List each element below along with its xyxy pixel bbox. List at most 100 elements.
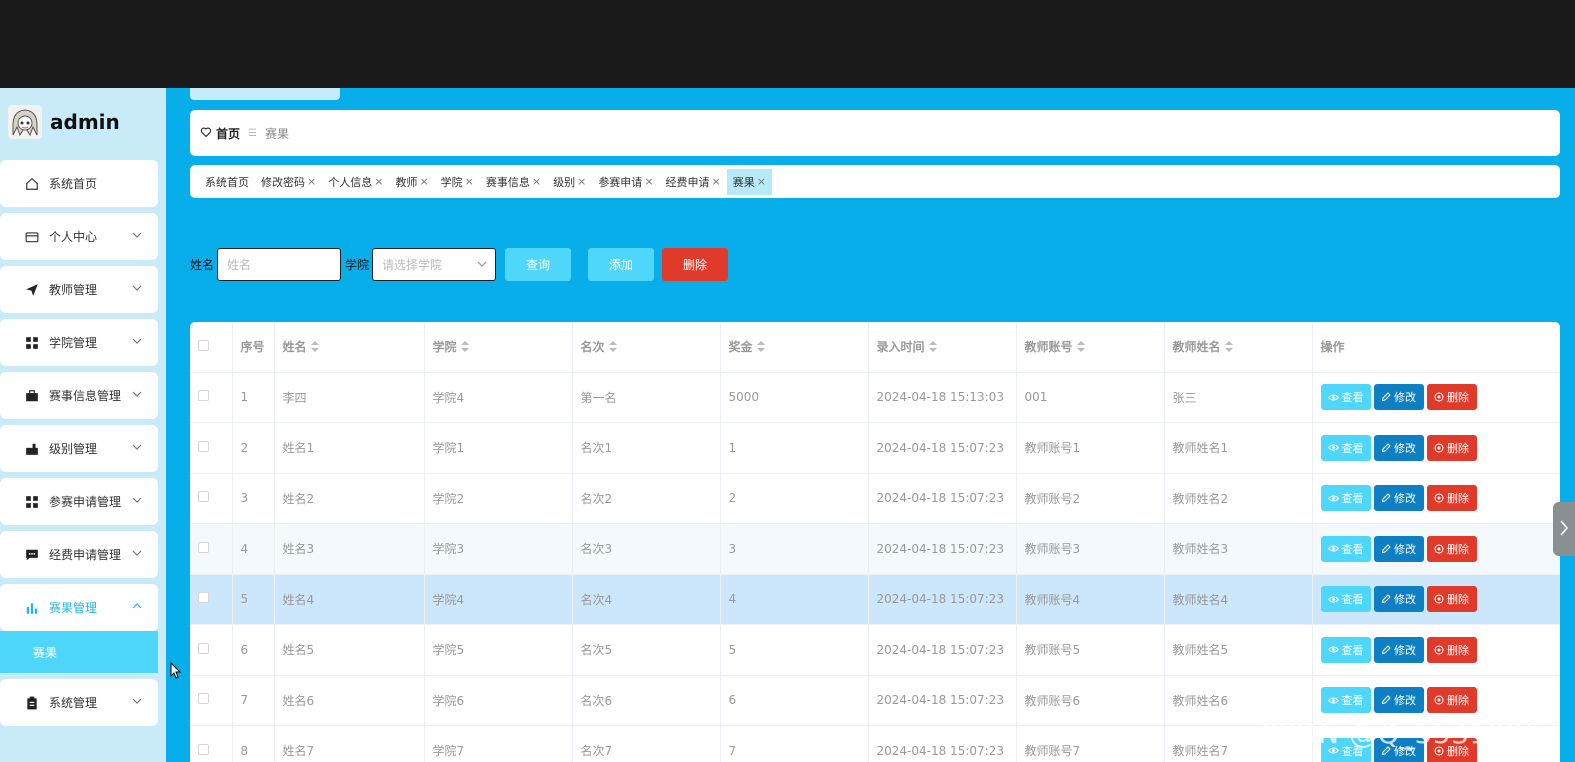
tab-2[interactable]: 个人信息 ×: [322, 169, 389, 195]
tab-4[interactable]: 学院 ×: [435, 169, 480, 195]
delete-button[interactable]: 删除: [1426, 636, 1477, 663]
query-button[interactable]: 查询: [505, 248, 572, 281]
sidebar-item-0[interactable]: 系统首页: [0, 160, 158, 207]
table-row[interactable]: 4 姓名3 学院3 名次3 3 2024-04-18 15:07:23 教师账号3 教师姓名3…: [190, 523, 1560, 575]
sidebar-item-7[interactable]: 经费申请管理: [0, 531, 158, 578]
avatar[interactable]: [8, 105, 42, 139]
close-icon[interactable]: ×: [577, 175, 586, 188]
row-checkbox[interactable]: [198, 541, 209, 553]
view-button[interactable]: 查看: [1320, 384, 1371, 411]
sidebar-item-2[interactable]: 教师管理: [0, 266, 158, 313]
sort-icon[interactable]: [460, 340, 469, 355]
sidebar-item-9[interactable]: 系统管理: [0, 679, 158, 726]
column-header[interactable]: 名次: [572, 322, 721, 373]
row-checkbox[interactable]: [198, 491, 209, 503]
select-all-checkbox[interactable]: [198, 339, 209, 351]
college-select[interactable]: 请选择学院: [372, 248, 497, 281]
tab-5[interactable]: 赛事信息 ×: [480, 169, 547, 195]
column-header[interactable]: 录入时间: [868, 322, 1017, 373]
close-icon[interactable]: ×: [465, 175, 474, 188]
edit-button[interactable]: 修改: [1373, 384, 1424, 411]
view-button[interactable]: 查看: [1320, 434, 1371, 461]
tab-7[interactable]: 参赛申请 ×: [592, 169, 659, 195]
close-icon[interactable]: ×: [757, 175, 766, 188]
sort-icon[interactable]: [310, 340, 319, 355]
tab-6[interactable]: 级别 ×: [547, 169, 592, 195]
delete-button[interactable]: 删除: [1426, 687, 1477, 714]
table-cell: 001: [1016, 372, 1165, 423]
column-header[interactable]: 姓名: [274, 322, 425, 373]
sidebar-item-label: 参赛申请管理: [49, 495, 122, 509]
sort-icon[interactable]: [608, 340, 617, 355]
row-checkbox[interactable]: [198, 693, 209, 705]
submenu-item-results[interactable]: 赛果: [0, 631, 158, 673]
sidebar-item-1[interactable]: 个人中心: [0, 213, 158, 260]
add-button[interactable]: 添加: [588, 248, 655, 281]
sidebar-item-3[interactable]: 学院管理: [0, 319, 158, 366]
column-header[interactable]: 教师姓名: [1164, 322, 1313, 373]
edit-button[interactable]: 修改: [1373, 434, 1424, 461]
view-button[interactable]: 查看: [1320, 485, 1371, 512]
delete-button-label: 删除: [1447, 542, 1469, 556]
table-cell: 学院1: [424, 422, 573, 474]
table-cell: 学院4: [424, 372, 573, 423]
close-icon[interactable]: ×: [712, 175, 721, 188]
sort-icon[interactable]: [928, 340, 937, 355]
table-row[interactable]: 5 姓名4 学院4 名次4 4 2024-04-18 15:07:23 教师账号4 教师姓名4…: [190, 574, 1560, 625]
sidebar-item-8[interactable]: 赛果管理: [0, 584, 158, 631]
sort-icon[interactable]: [756, 340, 765, 355]
table-row[interactable]: 2 姓名1 学院1 名次1 1 2024-04-18 15:07:23 教师账号1 教师姓名1…: [190, 422, 1560, 474]
sort-icon[interactable]: [1076, 340, 1085, 355]
side-expand-handle[interactable]: [1553, 502, 1575, 556]
delete-button[interactable]: 删除: [1426, 384, 1477, 411]
breadcrumb-home[interactable]: 首页: [216, 125, 240, 142]
table-row[interactable]: 3 姓名2 学院2 名次2 2 2024-04-18 15:07:23 教师账号2 教师姓名2…: [190, 473, 1560, 524]
view-button[interactable]: 查看: [1320, 636, 1371, 663]
close-icon[interactable]: ×: [644, 175, 653, 188]
delete-button[interactable]: 删除: [1426, 535, 1477, 562]
sidebar-item-6[interactable]: 参赛申请管理: [0, 478, 158, 525]
delete-button[interactable]: 删除: [1426, 586, 1477, 613]
edit-button[interactable]: 修改: [1373, 636, 1424, 663]
batch-delete-button[interactable]: 删除: [662, 248, 729, 281]
table-cell: 2024-04-18 15:07:23: [868, 624, 1017, 676]
column-header[interactable]: 学院: [424, 322, 573, 373]
sidebar-item-5[interactable]: 级别管理: [0, 425, 158, 472]
edit-button[interactable]: 修改: [1373, 485, 1424, 512]
row-checkbox[interactable]: [198, 592, 209, 604]
send-icon: [25, 283, 39, 297]
close-icon[interactable]: ×: [307, 175, 316, 188]
view-button[interactable]: 查看: [1320, 687, 1371, 714]
edit-button[interactable]: 修改: [1373, 535, 1424, 562]
tab-9[interactable]: 赛果 ×: [726, 168, 772, 195]
tab-1[interactable]: 修改密码 ×: [255, 169, 322, 195]
tab-0[interactable]: 系统首页: [199, 169, 255, 195]
close-icon[interactable]: ×: [374, 175, 383, 188]
table-row[interactable]: 6 姓名5 学院5 名次5 5 2024-04-18 15:07:23 教师账号5 教师姓名5…: [190, 624, 1560, 676]
actions-cell: 查看 修改 删除: [1312, 422, 1560, 474]
row-checkbox[interactable]: [198, 390, 209, 402]
chat-icon: [25, 548, 39, 562]
row-checkbox[interactable]: [198, 743, 209, 755]
edit-button-label: 修改: [1394, 492, 1416, 506]
close-icon[interactable]: ×: [419, 175, 428, 188]
row-checkbox[interactable]: [198, 440, 209, 452]
view-button[interactable]: 查看: [1320, 586, 1371, 613]
edit-button[interactable]: 修改: [1373, 586, 1424, 613]
tab-3[interactable]: 教师 ×: [389, 169, 434, 195]
column-header[interactable]: 奖金: [720, 322, 869, 373]
table-cell: 学院5: [424, 624, 573, 676]
row-checkbox[interactable]: [198, 642, 209, 654]
tab-8[interactable]: 经费申请 ×: [660, 169, 727, 195]
delete-button[interactable]: 删除: [1426, 485, 1477, 512]
sidebar-item-4[interactable]: 赛事信息管理: [0, 372, 158, 419]
delete-button[interactable]: 删除: [1426, 434, 1477, 461]
view-button[interactable]: 查看: [1320, 535, 1371, 562]
sort-icon[interactable]: [1224, 340, 1233, 355]
column-header[interactable]: 教师账号: [1016, 322, 1165, 373]
close-icon[interactable]: ×: [532, 175, 541, 188]
table-row[interactable]: 1 李四 学院4 第一名 5000 2024-04-18 15:13:03 001 张三 查看 修…: [190, 372, 1560, 423]
name-input[interactable]: [217, 248, 342, 281]
edit-button[interactable]: 修改: [1373, 687, 1424, 714]
table-cell: 姓名2: [274, 473, 425, 524]
